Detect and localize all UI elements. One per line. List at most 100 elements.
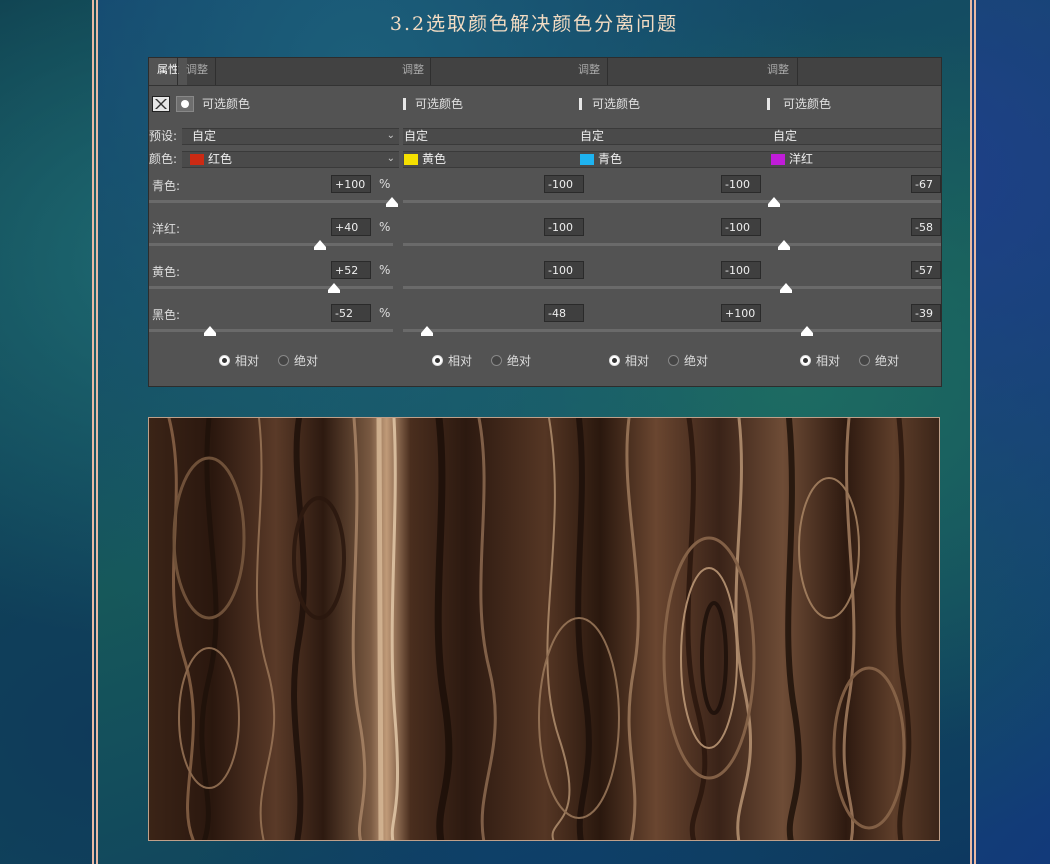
black-slider-track[interactable] <box>149 329 393 332</box>
layer-mask-icon[interactable] <box>176 96 194 112</box>
magenta-slider-track[interactable] <box>403 243 579 246</box>
absolute-label: 绝对 <box>507 354 532 368</box>
color-value: 青色 <box>598 152 623 166</box>
relative-radio[interactable] <box>432 355 443 366</box>
preset-dropdown[interactable]: 自定 <box>579 128 769 145</box>
border-strip-right-inner <box>970 0 972 864</box>
tab-divider <box>215 58 216 85</box>
cyan-input[interactable]: -100 <box>721 175 761 193</box>
preset-value: 自定 <box>192 129 217 143</box>
color-swatch <box>404 154 418 165</box>
page-title: 3.2选取颜色解决颜色分离问题 <box>389 13 679 35</box>
colors-label: 颜色: <box>149 152 178 166</box>
preset-label: 预设: <box>149 129 178 143</box>
relative-radio[interactable] <box>219 355 230 366</box>
magenta-slider-track[interactable] <box>149 243 393 246</box>
cyan-input[interactable]: -100 <box>544 175 584 193</box>
magenta-slider-track[interactable] <box>579 243 769 246</box>
preset-value: 自定 <box>580 129 605 143</box>
selective-color-panel: 属性 调整 调整 调整 调整 可选颜色 可选颜色 可选颜色 可选颜色 预设: 自… <box>148 57 942 387</box>
panel-edge-marker <box>767 98 770 110</box>
relative-radio[interactable] <box>800 355 811 366</box>
color-dropdown[interactable]: 黄色 <box>403 151 579 168</box>
wood-grain-graphic <box>149 418 939 840</box>
cyan-slider-track[interactable] <box>579 200 769 203</box>
magenta-input[interactable]: -100 <box>544 218 584 236</box>
preset-value: 自定 <box>773 129 798 143</box>
cyan-label: 青色: <box>152 179 181 193</box>
percent-sign: % <box>379 263 391 277</box>
color-swatch <box>580 154 594 165</box>
preset-dropdown[interactable]: 自定 <box>403 128 579 145</box>
absolute-label: 绝对 <box>294 354 319 368</box>
cyan-slider-track[interactable] <box>149 200 393 203</box>
tab-divider <box>607 58 608 85</box>
absolute-label: 绝对 <box>684 354 709 368</box>
panel-header-2: 可选颜色 <box>415 97 464 111</box>
panel-header-1: 可选颜色 <box>202 97 251 111</box>
black-label: 黑色: <box>152 308 181 322</box>
black-slider-track[interactable] <box>579 329 769 332</box>
color-swatch <box>190 154 204 165</box>
tab-divider <box>797 58 798 85</box>
tab-adjust-2[interactable]: 调整 <box>394 58 432 85</box>
panel-edge-marker <box>403 98 406 110</box>
magenta-input[interactable]: -58 <box>911 218 941 236</box>
relative-label: 相对 <box>235 354 260 368</box>
preset-dropdown[interactable]: 自定 <box>769 128 941 145</box>
color-value: 红色 <box>208 152 233 166</box>
color-dropdown[interactable]: 青色 <box>579 151 769 168</box>
cyan-slider-track[interactable] <box>403 200 579 203</box>
tab-adjust-4[interactable]: 调整 <box>759 58 797 85</box>
selective-color-adjustment-icon[interactable] <box>152 96 170 112</box>
preset-value: 自定 <box>404 129 429 143</box>
yellow-slider-track[interactable] <box>149 286 393 289</box>
relative-label: 相对 <box>448 354 473 368</box>
cyan-slider-track[interactable] <box>769 200 941 203</box>
color-swatch <box>771 154 785 165</box>
chevron-down-icon: ⌄ <box>386 130 395 141</box>
preset-dropdown[interactable]: 自定 ⌄ <box>182 128 399 145</box>
panel-header-4: 可选颜色 <box>783 97 832 111</box>
yellow-input[interactable]: -57 <box>911 261 941 279</box>
percent-sign: % <box>379 220 391 234</box>
percent-sign: % <box>379 306 391 320</box>
panel-header-3: 可选颜色 <box>592 97 641 111</box>
black-input[interactable]: +100 <box>721 304 761 322</box>
magenta-input[interactable]: -100 <box>721 218 761 236</box>
color-dropdown[interactable]: 红色 ⌄ <box>182 151 399 168</box>
black-input[interactable]: -52 <box>331 304 371 322</box>
chevron-down-icon: ⌄ <box>386 153 395 164</box>
black-input[interactable]: -39 <box>911 304 941 322</box>
cyan-input[interactable]: -67 <box>911 175 941 193</box>
magenta-label: 洋红: <box>152 222 181 236</box>
relative-radio[interactable] <box>609 355 620 366</box>
magenta-slider-track[interactable] <box>769 243 941 246</box>
tab-divider <box>430 58 431 85</box>
absolute-label: 绝对 <box>875 354 900 368</box>
panel-edge-marker <box>579 98 582 110</box>
black-input[interactable]: -48 <box>544 304 584 322</box>
color-value: 洋红 <box>789 152 814 166</box>
panel-tab-bar: 属性 调整 调整 调整 调整 <box>149 58 941 86</box>
relative-label: 相对 <box>816 354 841 368</box>
tab-adjust-1[interactable]: 调整 <box>178 58 216 85</box>
border-strip-right-outer <box>974 0 976 864</box>
tab-adjust-3[interactable]: 调整 <box>570 58 608 85</box>
relative-label: 相对 <box>625 354 650 368</box>
absolute-radio[interactable] <box>491 355 502 366</box>
cyan-input[interactable]: +100 <box>331 175 371 193</box>
yellow-input[interactable]: -100 <box>721 261 761 279</box>
color-dropdown[interactable]: 洋红 <box>769 151 941 168</box>
absolute-radio[interactable] <box>668 355 679 366</box>
color-value: 黄色 <box>422 152 447 166</box>
yellow-slider-track[interactable] <box>403 286 579 289</box>
magenta-input[interactable]: +40 <box>331 218 371 236</box>
yellow-input[interactable]: -100 <box>544 261 584 279</box>
yellow-slider-track[interactable] <box>769 286 941 289</box>
yellow-input[interactable]: +52 <box>331 261 371 279</box>
absolute-radio[interactable] <box>278 355 289 366</box>
absolute-radio[interactable] <box>859 355 870 366</box>
black-slider-track[interactable] <box>769 329 941 332</box>
yellow-slider-track[interactable] <box>579 286 769 289</box>
